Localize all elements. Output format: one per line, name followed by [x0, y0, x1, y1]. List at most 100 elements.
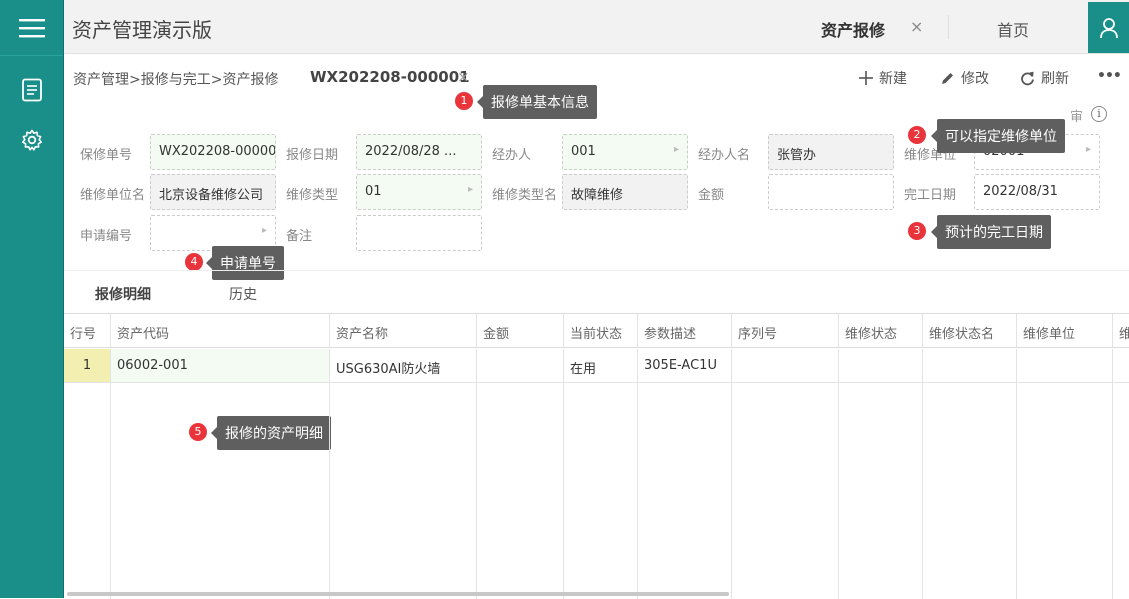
- document-icon: [21, 78, 42, 102]
- horizontal-scrollbar[interactable]: [67, 592, 729, 596]
- grid-cell-serial-no[interactable]: [732, 349, 839, 383]
- tab-repair-detail[interactable]: 报修明细: [95, 284, 151, 304]
- form-divider: [64, 270, 1129, 271]
- tab-asset-repair[interactable]: 资产报修: [821, 17, 885, 41]
- grid-header-repair-status[interactable]: 维修状态: [839, 314, 923, 348]
- remark-field[interactable]: [356, 215, 482, 251]
- grid-header-repair-status-name[interactable]: 维修状态名: [923, 314, 1017, 348]
- bx-date-value: 2022/08/28 ...: [365, 144, 457, 159]
- sidebar-item-documents[interactable]: [0, 65, 63, 115]
- plus-icon: [859, 71, 873, 85]
- callout-badge-3: 3: [908, 222, 926, 240]
- label-bx-no: 保修单号: [80, 148, 133, 163]
- label-apply-no: 申请编号: [80, 229, 133, 244]
- grid-cell-repair-status[interactable]: [839, 349, 923, 383]
- label-finish-date: 完工日期: [904, 188, 957, 203]
- callout-badge-1: 1: [455, 92, 473, 110]
- repair-type-name-field: 故障维修: [562, 174, 688, 210]
- sidebar-item-settings[interactable]: [0, 115, 63, 165]
- new-button[interactable]: 新建: [859, 68, 907, 88]
- grid-column-line: [476, 383, 477, 599]
- tab-close-icon[interactable]: ×: [910, 17, 923, 36]
- label-remark: 备注: [286, 229, 313, 244]
- app-title: 资产管理演示版: [72, 18, 212, 42]
- top-bar: 资产管理演示版 资产报修 × 首页: [64, 0, 1129, 54]
- bx-no-field[interactable]: WX202208-000001: [150, 134, 276, 170]
- tab-history[interactable]: 历史: [229, 284, 257, 304]
- repair-unit-name-field: 北京设备维修公司: [150, 174, 276, 210]
- caret-right-icon: ▸: [467, 184, 473, 195]
- label-handler: 经办人: [492, 148, 532, 163]
- label-repair-type-name: 维修类型名: [492, 188, 558, 203]
- new-button-label: 新建: [879, 71, 907, 87]
- caret-right-icon: ▸: [673, 144, 679, 155]
- document-close-icon[interactable]: ×: [457, 68, 470, 86]
- handler-name-field: 张管办: [768, 134, 894, 170]
- tab-separator: [948, 15, 949, 39]
- grid-column-line: [563, 383, 564, 599]
- breadcrumb[interactable]: 资产管理>报修与完工>资产报修: [73, 69, 278, 89]
- edit-button-label: 修改: [961, 71, 989, 87]
- grid-header-row-no[interactable]: 行号: [64, 314, 111, 348]
- grid-header-repair-unit[interactable]: 维修单位: [1017, 314, 1113, 348]
- grid-column-line: [922, 383, 923, 599]
- callout-apply-no: 申请单号: [206, 246, 284, 280]
- label-amount: 金额: [698, 188, 725, 203]
- grid-column-line: [1112, 383, 1113, 599]
- grid-cell-asset-name[interactable]: USG630AI防火墙: [330, 349, 477, 383]
- callout-badge-2: 2: [908, 126, 926, 144]
- refresh-button[interactable]: 刷新: [1020, 68, 1069, 88]
- bx-no-value: WX202208-000001: [159, 144, 276, 159]
- more-button[interactable]: •••: [1097, 68, 1122, 84]
- label-repair-type: 维修类型: [286, 188, 339, 203]
- grid-header-overflow[interactable]: 维: [1113, 314, 1129, 348]
- repair-unit-name-value: 北京设备维修公司: [159, 188, 264, 203]
- gear-icon: [21, 129, 42, 151]
- sidebar-divider: [0, 55, 63, 56]
- label-handler-name: 经办人名: [698, 148, 751, 163]
- repair-type-value: 01: [365, 184, 382, 199]
- bx-date-field[interactable]: 2022/08/28 ...: [356, 134, 482, 170]
- refresh-icon: [1021, 71, 1034, 85]
- grid-column-line: [110, 383, 111, 599]
- grid-column-line: [731, 383, 732, 599]
- grid-cell-repair-status-name[interactable]: [923, 349, 1017, 383]
- hamburger-icon: [18, 19, 45, 38]
- sidebar: [0, 0, 63, 598]
- finish-date-field[interactable]: 2022/08/31: [974, 174, 1100, 210]
- amount-field[interactable]: [768, 174, 894, 210]
- pencil-icon: [942, 72, 953, 84]
- refresh-button-label: 刷新: [1041, 71, 1069, 87]
- grid-cell-current-status[interactable]: 在用: [564, 349, 638, 383]
- grid-header-current-status[interactable]: 当前状态: [564, 314, 638, 348]
- detail-grid: 行号 资产代码 资产名称 金额 当前状态 参数描述 序列号 维修状态 维修状态名…: [64, 313, 1129, 599]
- handler-field[interactable]: 001 ▸: [562, 134, 688, 170]
- grid-header-asset-code[interactable]: 资产代码: [111, 314, 330, 348]
- label-bx-date: 报修日期: [286, 148, 339, 163]
- grid-header-asset-name[interactable]: 资产名称: [330, 314, 477, 348]
- grid-cell-overflow[interactable]: [1113, 349, 1129, 383]
- grid-header-serial-no[interactable]: 序列号: [732, 314, 839, 348]
- grid-cell-amount[interactable]: [477, 349, 564, 383]
- finish-date-value: 2022/08/31: [983, 184, 1058, 199]
- grid-cell-row-no[interactable]: 1: [64, 349, 111, 383]
- tab-home[interactable]: 首页: [997, 17, 1029, 41]
- main-area: 资产管理演示版 资产报修 × 首页 资产管理>报修与完工>资产报修 WX2022…: [63, 0, 1129, 599]
- grid-cell-repair-unit[interactable]: [1017, 349, 1113, 383]
- edit-button[interactable]: 修改: [940, 68, 989, 88]
- user-button[interactable]: [1088, 2, 1129, 53]
- repair-type-field[interactable]: 01 ▸: [356, 174, 482, 210]
- grid-header-param-desc[interactable]: 参数描述: [638, 314, 732, 348]
- caret-right-icon: ▸: [1085, 144, 1091, 155]
- grid-column-line: [838, 383, 839, 599]
- handler-name-value: 张管办: [777, 148, 817, 163]
- grid-column-line: [329, 383, 330, 599]
- grid-cell-param-desc[interactable]: 305E-AC1U: [638, 349, 732, 383]
- grid-cell-asset-code[interactable]: 06002-001: [111, 349, 330, 383]
- menu-button[interactable]: [0, 3, 63, 53]
- info-icon[interactable]: i: [1091, 106, 1107, 122]
- callout-basic-info: 报修单基本信息: [477, 85, 597, 119]
- form-peek-label: 审: [1070, 110, 1084, 125]
- grid-header-amount[interactable]: 金额: [477, 314, 564, 348]
- callout-finish-date: 预计的完工日期: [931, 215, 1051, 249]
